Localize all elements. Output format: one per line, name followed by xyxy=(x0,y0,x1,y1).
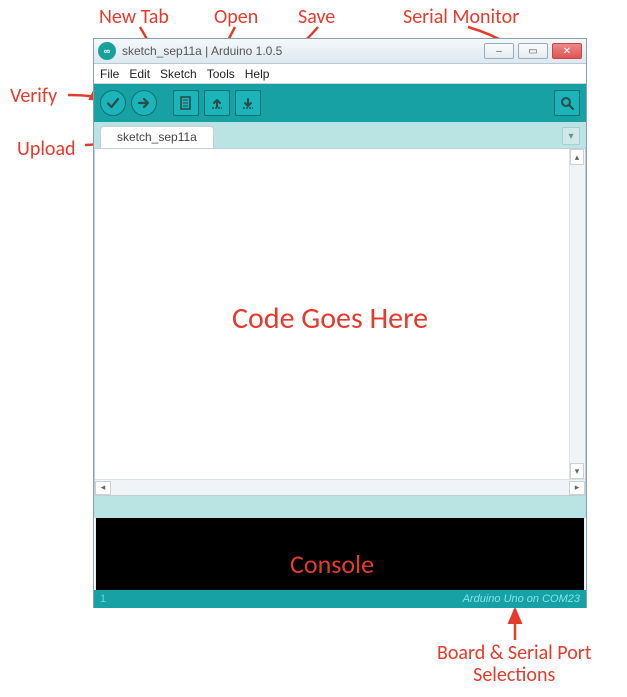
annotation-new-tab: New Tab xyxy=(99,6,169,28)
open-icon xyxy=(209,95,225,111)
serial-monitor-icon xyxy=(559,95,575,111)
open-button[interactable] xyxy=(204,90,230,116)
annotation-verify: Verify xyxy=(10,85,57,107)
save-icon xyxy=(240,95,256,111)
minimize-button[interactable]: – xyxy=(484,43,514,59)
menubar: File Edit Sketch Tools Help xyxy=(94,64,586,84)
vertical-scrollbar[interactable]: ▴ ▾ xyxy=(569,149,585,479)
new-icon xyxy=(178,95,194,111)
close-button[interactable]: ✕ xyxy=(552,43,582,59)
titlebar[interactable]: ∞ sketch_sep11a | Arduino 1.0.5 – ▭ ✕ xyxy=(94,39,586,64)
tab-menu-button[interactable]: ▾ xyxy=(562,127,580,145)
toolbar xyxy=(94,84,586,122)
serial-monitor-button[interactable] xyxy=(554,90,580,116)
menu-edit[interactable]: Edit xyxy=(129,67,150,81)
editor-area: ▴ ▾ ◂ ▸ xyxy=(94,148,586,496)
annotation-serial-monitor: Serial Monitor xyxy=(403,6,519,28)
menu-help[interactable]: Help xyxy=(245,67,270,81)
footer-line-number: 1 xyxy=(100,593,106,605)
verify-button[interactable] xyxy=(100,90,126,116)
arduino-logo-icon: ∞ xyxy=(98,42,116,60)
scroll-up-icon[interactable]: ▴ xyxy=(570,149,584,165)
annotation-open: Open xyxy=(214,6,258,28)
scroll-left-icon[interactable]: ◂ xyxy=(95,481,111,495)
close-icon: ✕ xyxy=(563,46,571,57)
menu-file[interactable]: File xyxy=(100,67,119,81)
menu-sketch[interactable]: Sketch xyxy=(160,67,197,81)
scroll-right-icon[interactable]: ▸ xyxy=(569,481,585,495)
tab-current[interactable]: sketch_sep11a xyxy=(100,126,214,148)
verify-icon xyxy=(105,95,121,111)
upload-button[interactable] xyxy=(131,90,157,116)
code-editor[interactable] xyxy=(95,149,585,479)
chevron-down-icon: ▾ xyxy=(568,131,573,142)
console-panel[interactable] xyxy=(96,518,584,590)
new-button[interactable] xyxy=(173,90,199,116)
status-strip xyxy=(94,496,586,518)
annotation-board-serial: Board & Serial PortSelections xyxy=(437,642,591,686)
maximize-button[interactable]: ▭ xyxy=(518,43,548,59)
footer-board-port: Arduino Uno on COM23 xyxy=(463,593,580,605)
tabbar: sketch_sep11a ▾ xyxy=(94,122,586,148)
annotation-upload: Upload xyxy=(17,138,76,160)
window-title: sketch_sep11a | Arduino 1.0.5 xyxy=(122,44,282,58)
save-button[interactable] xyxy=(235,90,261,116)
annotation-save: Save xyxy=(298,6,335,28)
upload-icon xyxy=(136,95,152,111)
maximize-icon: ▭ xyxy=(528,46,537,57)
footer: 1 Arduino Uno on COM23 xyxy=(94,590,586,608)
minimize-icon: – xyxy=(496,46,502,57)
scroll-down-icon[interactable]: ▾ xyxy=(570,463,584,479)
horizontal-scrollbar[interactable]: ◂ ▸ xyxy=(95,479,585,495)
app-window: ∞ sketch_sep11a | Arduino 1.0.5 – ▭ ✕ Fi… xyxy=(93,38,587,608)
menu-tools[interactable]: Tools xyxy=(207,67,235,81)
